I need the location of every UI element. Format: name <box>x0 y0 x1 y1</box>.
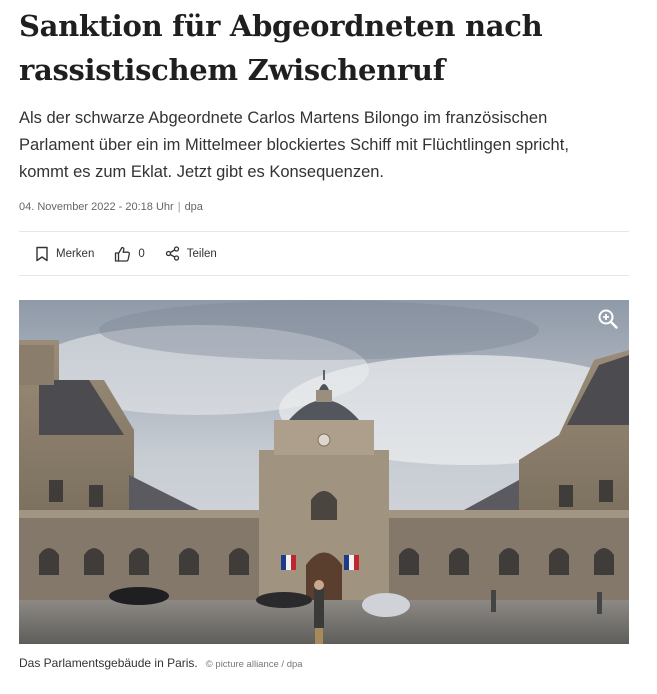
article: Sanktion für Abgeordneten nach rassistis… <box>19 0 629 670</box>
meta-separator: | <box>177 201 181 213</box>
image-caption: Das Parlamentsgebäude in Paris. © pictur… <box>19 656 629 670</box>
bookmark-label: Merken <box>56 247 95 260</box>
caption-text: Das Parlamentsgebäude in Paris. <box>19 656 198 670</box>
like-count: 0 <box>138 247 145 260</box>
share-button[interactable]: Teilen <box>165 246 217 261</box>
bookmark-button[interactable]: Merken <box>35 246 94 262</box>
article-meta: 04. November 2022 - 20:18 Uhr | dpa <box>19 201 629 213</box>
teaser-text: Als der schwarze Abgeordnete Carlos Mart… <box>19 109 569 181</box>
bookmark-icon <box>36 246 48 261</box>
zoom-button[interactable] <box>597 308 619 330</box>
zoom-in-icon <box>598 309 618 329</box>
headline-line-1: Sanktion für Abgeordneten nach <box>19 9 543 43</box>
action-bar: Merken 0 Teilen <box>19 231 629 276</box>
parliament-building-photo <box>19 300 629 644</box>
headline-line-2: rassistischem Zwischenruf <box>19 53 445 87</box>
like-button[interactable]: 0 <box>114 246 145 262</box>
headline: Sanktion für Abgeordneten nach rassistis… <box>19 4 629 92</box>
article-image[interactable] <box>19 300 629 644</box>
thumbs-up-icon <box>115 246 131 262</box>
share-label: Teilen <box>186 247 217 260</box>
source-label: dpa <box>184 201 203 213</box>
publish-date: 04. November 2022 - 20:18 Uhr <box>19 201 174 213</box>
share-icon <box>165 246 179 261</box>
image-credit: © picture alliance / dpa <box>205 659 303 670</box>
